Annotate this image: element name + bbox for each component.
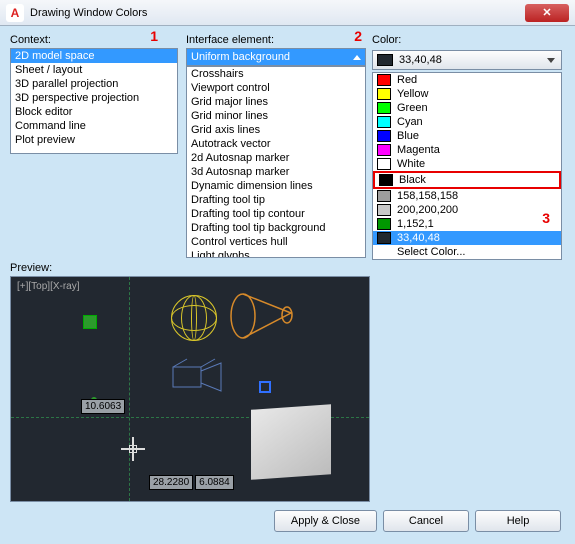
color-item[interactable]: Red <box>373 73 561 87</box>
interface-label: Interface element: <box>186 34 366 46</box>
color-swatch <box>377 102 391 114</box>
color-listbox[interactable]: Red Yellow Green Cyan Blue Magenta White Black 1… <box>372 72 562 260</box>
color-item[interactable]: 200,200,200 <box>373 203 561 217</box>
context-item[interactable]: Block editor <box>11 105 177 119</box>
close-icon: ✕ <box>542 6 551 19</box>
color-item[interactable]: Yellow <box>373 87 561 101</box>
color-item[interactable]: 158,158,158 <box>373 189 561 203</box>
color-item[interactable]: Black <box>373 171 561 189</box>
color-item[interactable]: Select Color... <box>373 245 561 259</box>
color-swatch <box>377 232 391 244</box>
callout-3: 3 <box>542 210 550 226</box>
color-item[interactable]: 33,40,48 <box>373 231 561 245</box>
preview-label: Preview: <box>10 262 565 274</box>
preview-viewport: [+][Top][X-ray] 10.6063 28.2280 <box>10 276 370 502</box>
help-button[interactable]: Help <box>475 510 561 532</box>
color-swatch <box>377 190 391 202</box>
cancel-button[interactable]: Cancel <box>383 510 469 532</box>
color-item[interactable]: White <box>373 157 561 171</box>
context-item[interactable]: 3D perspective projection <box>11 91 177 105</box>
iface-item[interactable]: Dynamic dimension lines <box>187 179 365 193</box>
chevron-down-icon <box>547 58 555 63</box>
color-item-label: Cyan <box>397 116 423 128</box>
interface-listbox[interactable]: Crosshairs Viewport control Grid major l… <box>186 66 366 258</box>
iface-item[interactable]: Drafting tool tip <box>187 193 365 207</box>
context-item[interactable]: 3D parallel projection <box>11 77 177 91</box>
context-listbox[interactable]: 2D model space Sheet / layout 3D paralle… <box>10 48 178 154</box>
close-button[interactable]: ✕ <box>525 4 569 22</box>
color-item-label: Green <box>397 102 428 114</box>
color-swatch <box>379 174 393 186</box>
color-swatch-selected <box>377 54 393 66</box>
iface-item[interactable]: Viewport control <box>187 81 365 95</box>
color-item-label: 33,40,48 <box>397 232 440 244</box>
color-item-label: Blue <box>397 130 419 142</box>
interface-selected-bar[interactable]: Uniform background <box>186 48 366 66</box>
color-swatch <box>377 74 391 86</box>
iface-item[interactable]: Control vertices hull <box>187 235 365 249</box>
callout-1: 1 <box>150 28 158 44</box>
callout-2: 2 <box>354 28 362 44</box>
color-item-label: Black <box>399 174 426 186</box>
iface-item[interactable]: Drafting tool tip contour <box>187 207 365 221</box>
titlebar: A Drawing Window Colors ✕ <box>0 0 575 26</box>
color-swatch <box>377 116 391 128</box>
preview-cube <box>251 404 331 480</box>
tooltip-coord2b: 6.0884 <box>195 475 234 490</box>
color-item[interactable]: Blue <box>373 129 561 143</box>
iface-item[interactable]: Grid major lines <box>187 95 365 109</box>
iface-item[interactable]: Light glyphs <box>187 249 365 258</box>
color-item[interactable]: Green <box>373 101 561 115</box>
color-swatch <box>377 144 391 156</box>
color-item-label: Select Color... <box>397 246 465 258</box>
color-swatch <box>377 218 391 230</box>
iface-item[interactable]: 3d Autosnap marker <box>187 165 365 179</box>
window-title: Drawing Window Colors <box>30 7 525 19</box>
iface-item[interactable]: 2d Autosnap marker <box>187 151 365 165</box>
wireframe-camera-icon <box>169 357 229 397</box>
app-icon: A <box>6 4 24 22</box>
context-item-selected[interactable]: 2D model space <box>11 49 177 63</box>
interface-selected-text: Uniform background <box>191 51 290 63</box>
color-item-label: 158,158,158 <box>397 190 458 202</box>
color-dropdown[interactable]: 33,40,48 <box>372 50 562 70</box>
color-item-label: Yellow <box>397 88 428 100</box>
color-item[interactable]: 1,152,1 <box>373 217 561 231</box>
color-item[interactable]: Cyan <box>373 115 561 129</box>
viewport-label: [+][Top][X-ray] <box>17 281 80 292</box>
context-item[interactable]: Sheet / layout <box>11 63 177 77</box>
color-item-label: 1,152,1 <box>397 218 434 230</box>
tooltip-coord2a: 28.2280 <box>149 475 193 490</box>
context-item[interactable]: Command line <box>11 119 177 133</box>
iface-item[interactable]: Autotrack vector <box>187 137 365 151</box>
chevron-up-icon <box>353 55 361 60</box>
color-item-label: White <box>397 158 425 170</box>
context-item[interactable]: Plot preview <box>11 133 177 147</box>
iface-item[interactable]: Grid minor lines <box>187 109 365 123</box>
apply-close-button[interactable]: Apply & Close <box>274 510 377 532</box>
color-label: Color: <box>372 34 562 46</box>
wireframe-sphere-icon <box>171 295 217 341</box>
color-item-label: Red <box>397 74 417 86</box>
iface-item[interactable]: Crosshairs <box>187 67 365 81</box>
color-item-label: Magenta <box>397 144 440 156</box>
grid-y-axis <box>129 277 130 501</box>
color-swatch <box>377 130 391 142</box>
color-item-label: 200,200,200 <box>397 204 458 216</box>
blue-snap-marker <box>259 381 271 393</box>
color-swatch <box>377 88 391 100</box>
wireframe-cone-icon <box>229 291 295 341</box>
color-swatch <box>377 158 391 170</box>
color-item[interactable]: Magenta <box>373 143 561 157</box>
iface-item[interactable]: Grid axis lines <box>187 123 365 137</box>
tooltip-coord1: 10.6063 <box>81 399 125 414</box>
iface-item[interactable]: Drafting tool tip background <box>187 221 365 235</box>
green-marker <box>83 315 97 329</box>
color-swatch <box>377 204 391 216</box>
color-selected-text: 33,40,48 <box>399 54 442 66</box>
crosshair-box <box>129 445 137 453</box>
